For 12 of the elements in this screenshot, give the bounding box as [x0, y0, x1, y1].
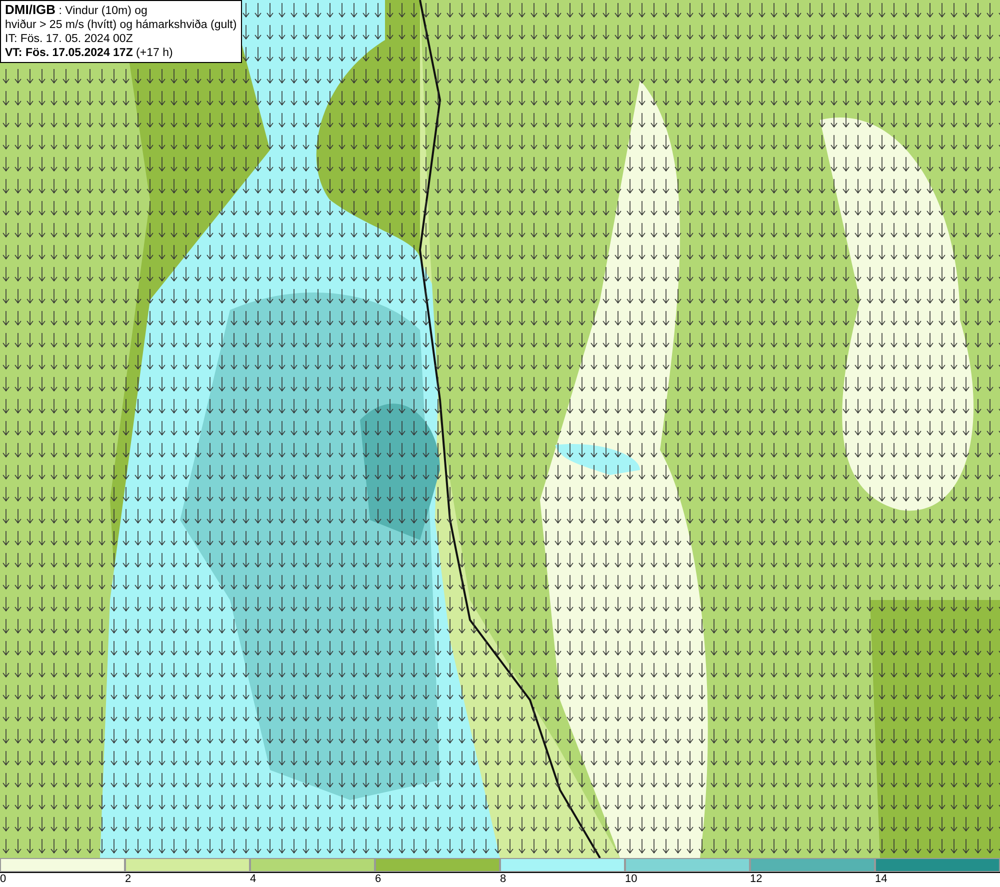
info-text: hviður > 25 m/s (hvítt) og hámarkshviða (gult)	[5, 18, 237, 32]
info-text: VT: Fös. 17.05.2024 17Z (+17 h)	[5, 46, 174, 60]
legend-label: 2	[125, 873, 132, 886]
legend-label: 4	[250, 873, 256, 886]
legend-label: 12	[750, 873, 762, 886]
info-text: DMI/IGB : Vindur (10m) og	[5, 3, 148, 18]
legend-label: 0	[0, 873, 6, 886]
legend-label: 8	[500, 873, 506, 886]
legend-label: 14	[875, 873, 888, 886]
info-text: IT: Fös. 17. 05. 2024 00Z	[5, 32, 134, 46]
legend-label: 10	[625, 873, 638, 886]
legend-label: 6	[375, 873, 382, 886]
